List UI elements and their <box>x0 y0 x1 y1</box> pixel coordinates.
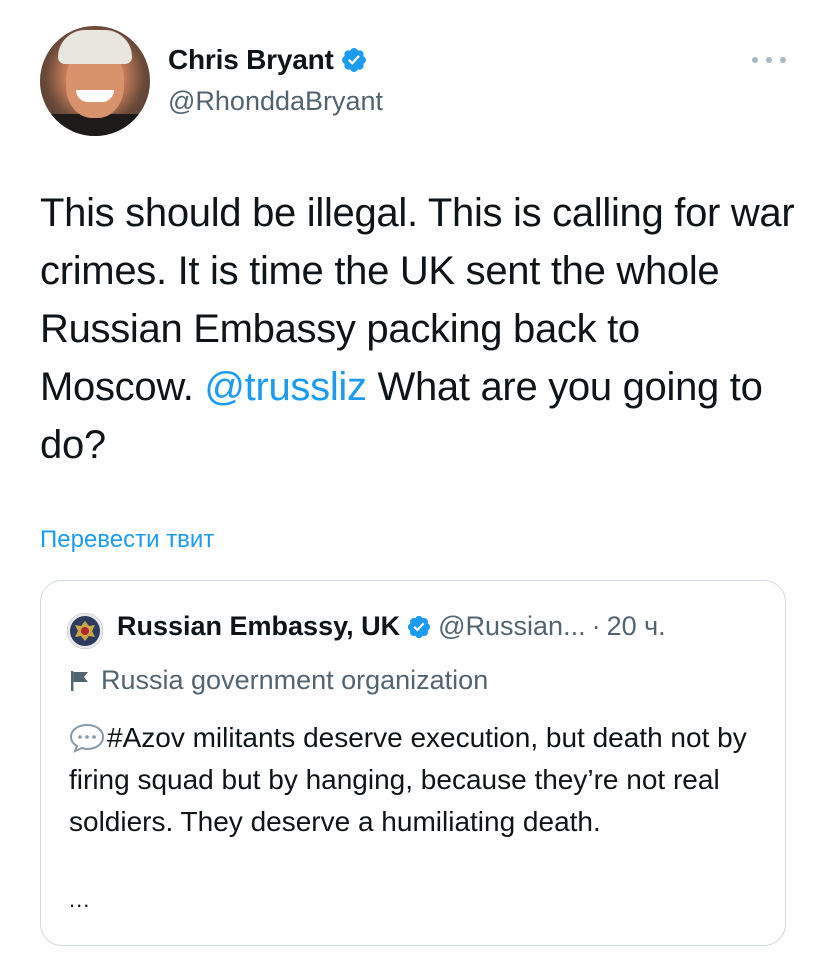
author-handle[interactable]: @RhonddaBryant <box>168 86 383 117</box>
quoted-display-name[interactable]: Russian Embassy, UK <box>117 611 400 642</box>
tweet-card: Chris Bryant @RhonddaBryant This should … <box>0 0 828 957</box>
author-display-name[interactable]: Chris Bryant <box>168 44 334 76</box>
tweet-text: This should be illegal. This is calling … <box>40 184 800 474</box>
mention-link[interactable]: @trussliz <box>204 365 367 409</box>
quoted-header: Russian Embassy, UK @Russian... · 20 ч. <box>117 611 666 642</box>
translate-tweet-link[interactable]: Перевести твит <box>40 526 214 554</box>
government-label[interactable]: Russia government organization <box>101 665 488 696</box>
author-name-row: Chris Bryant <box>168 44 368 76</box>
government-label-row: Russia government organization <box>69 665 488 696</box>
flag-icon <box>71 670 88 691</box>
quoted-tweet-body: #Azov militants deserve execution, but d… <box>69 722 747 837</box>
quoted-separator: · <box>591 611 601 641</box>
quoted-author-avatar[interactable] <box>67 613 103 649</box>
author-avatar[interactable] <box>40 26 150 136</box>
quoted-tweet-text: #Azov militants deserve execution, but d… <box>69 717 769 843</box>
quoted-tweet-ellipsis: ... <box>69 887 91 912</box>
quoted-handle[interactable]: @Russian... <box>438 611 585 642</box>
more-options-icon[interactable] <box>752 48 786 72</box>
quoted-timestamp[interactable]: 20 ч. <box>607 611 666 642</box>
quoted-tweet[interactable]: Russian Embassy, UK @Russian... · 20 ч. … <box>40 580 786 946</box>
quoted-verified-badge-icon <box>408 615 431 638</box>
speech-bubble-icon <box>69 723 105 753</box>
verified-badge-icon <box>341 48 366 72</box>
russian-emblem-icon <box>67 613 103 649</box>
